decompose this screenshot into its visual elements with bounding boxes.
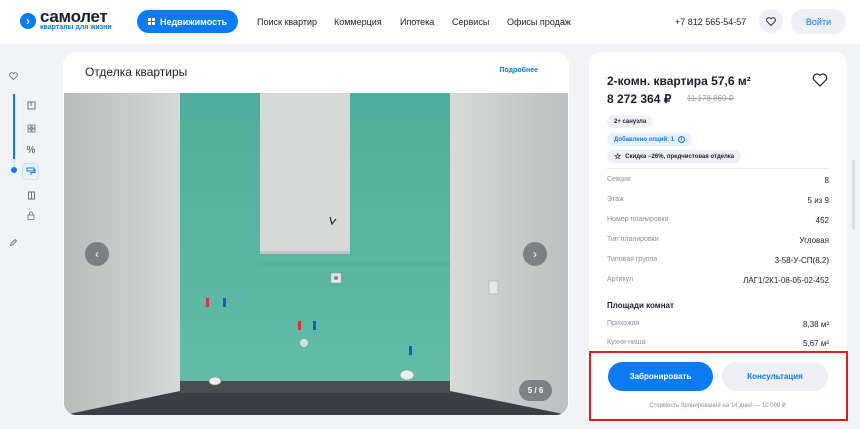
room-value: 8,38 м² bbox=[803, 320, 829, 329]
info-icon: i bbox=[678, 136, 686, 143]
spec-row-plan-type: Тип планировки Угловая bbox=[607, 236, 829, 245]
spec-row-floor: Этаж 5 из 9 bbox=[607, 196, 829, 205]
spec-label: Тип планировки bbox=[607, 236, 659, 243]
spec-row-article: Артикул ЛАГ1/2К1-08-05-02-452 bbox=[607, 276, 829, 285]
rail-position-dot bbox=[11, 167, 17, 173]
bathrooms-tag-label: 2+ санузла bbox=[614, 118, 647, 125]
spec-value: ЛАГ1/2К1-08-05-02-452 bbox=[743, 276, 829, 285]
grid-icon bbox=[147, 18, 155, 25]
door-icon[interactable] bbox=[23, 187, 39, 203]
pencil-icon[interactable] bbox=[5, 234, 21, 250]
room-label: Прихожая bbox=[607, 320, 640, 327]
info-scrollbar[interactable] bbox=[852, 160, 855, 230]
realty-button-label: Недвижимость bbox=[159, 16, 228, 27]
lock-icon[interactable] bbox=[23, 207, 39, 223]
spec-value: 452 bbox=[815, 216, 829, 225]
spec-value: 3-58-У-СП(8.2) bbox=[774, 256, 829, 265]
nav-search-apartments[interactable]: Поиск квартир bbox=[257, 17, 317, 27]
room-row-hallway: Прихожая 8,38 м² bbox=[607, 320, 829, 329]
room-row-kitchen: Кухня-ниша 5,67 м² bbox=[607, 339, 829, 348]
side-rail: % bbox=[0, 62, 39, 262]
floorplan-icon[interactable] bbox=[23, 97, 39, 113]
nav-mortgage[interactable]: Ипотека bbox=[400, 17, 434, 27]
spec-label: Артикул bbox=[607, 276, 634, 283]
discount-tag: ☆ Скидка −26%, предчистовая отделка bbox=[607, 150, 742, 163]
logo-mark-icon: › bbox=[20, 12, 36, 29]
gallery-prev-button[interactable]: ‹ bbox=[85, 242, 109, 266]
phone-number[interactable]: +7 812 565-54-57 bbox=[675, 17, 746, 27]
spec-label: Типовая группа bbox=[607, 256, 658, 263]
spec-row-plan-number: Номер планировки 452 bbox=[607, 216, 829, 225]
highlight-box bbox=[589, 351, 848, 421]
logo[interactable]: › самолет кварталы для жизни bbox=[20, 7, 112, 32]
paint-roller-icon[interactable] bbox=[23, 164, 39, 180]
spec-value: Угловая bbox=[799, 236, 829, 245]
finishing-gallery-card: Отделка квартиры Подробнее ‹ › 5 / 6 bbox=[63, 52, 569, 415]
login-button[interactable]: Войти bbox=[791, 9, 846, 34]
rooms-section-title: Площади комнат bbox=[607, 301, 674, 310]
apartment-price: 8 272 364 ₽ bbox=[607, 92, 672, 106]
logo-tagline: кварталы для жизни bbox=[40, 24, 112, 31]
rail-heart-icon[interactable] bbox=[5, 68, 21, 84]
spec-label: Секция bbox=[607, 176, 631, 183]
spec-label: Номер планировки bbox=[607, 216, 669, 223]
site-header: › самолет кварталы для жизни Недвижимост… bbox=[0, 0, 860, 44]
discount-tag-label: Скидка −26%, предчистовая отделка bbox=[625, 153, 735, 160]
options-tag[interactable]: Добавлено опций: 1 i bbox=[607, 133, 693, 146]
percent-icon[interactable]: % bbox=[23, 142, 39, 158]
bathroom-photo: ‹ › 5 / 6 bbox=[64, 93, 568, 415]
options-tag-label: Добавлено опций: 1 bbox=[614, 136, 675, 143]
spec-value: 5 из 9 bbox=[807, 196, 829, 205]
gallery-title: Отделка квартиры bbox=[85, 65, 188, 79]
room-value: 5,67 м² bbox=[803, 339, 829, 348]
heart-icon bbox=[766, 16, 776, 26]
realty-button[interactable]: Недвижимость bbox=[137, 10, 238, 33]
divider bbox=[607, 168, 829, 169]
gallery-next-button[interactable]: › bbox=[523, 242, 547, 266]
rail-progress bbox=[13, 94, 15, 159]
apartment-title: 2-комн. квартира 57,6 м² bbox=[607, 74, 751, 88]
old-price: 11 178 869 ₽ bbox=[687, 94, 734, 103]
star-icon: ☆ bbox=[614, 152, 622, 161]
favorites-button[interactable] bbox=[759, 9, 783, 33]
logo-name: самолет bbox=[40, 7, 108, 26]
gallery-counter: 5 / 6 bbox=[519, 380, 552, 401]
bathroom-render bbox=[64, 93, 568, 415]
spec-label: Этаж bbox=[607, 196, 624, 203]
bathrooms-tag: 2+ санузла bbox=[607, 115, 654, 128]
spec-row-section: Секция 8 bbox=[607, 176, 829, 185]
apartment-info-card: 2-комн. квартира 57,6 м² 8 272 364 ₽ 11 … bbox=[589, 52, 847, 348]
nav-services[interactable]: Сервисы bbox=[452, 17, 489, 27]
room-label: Кухня-ниша bbox=[607, 339, 646, 346]
favorite-heart-icon[interactable] bbox=[812, 72, 828, 88]
tiles-icon[interactable] bbox=[23, 120, 39, 136]
nav-sales-offices[interactable]: Офисы продаж bbox=[507, 17, 571, 27]
spec-value: 8 bbox=[824, 176, 829, 185]
more-link[interactable]: Подробнее bbox=[499, 67, 538, 74]
spec-row-type-group: Типовая группа 3-58-У-СП(8.2) bbox=[607, 256, 829, 265]
nav-commerce[interactable]: Коммерция bbox=[334, 17, 382, 27]
